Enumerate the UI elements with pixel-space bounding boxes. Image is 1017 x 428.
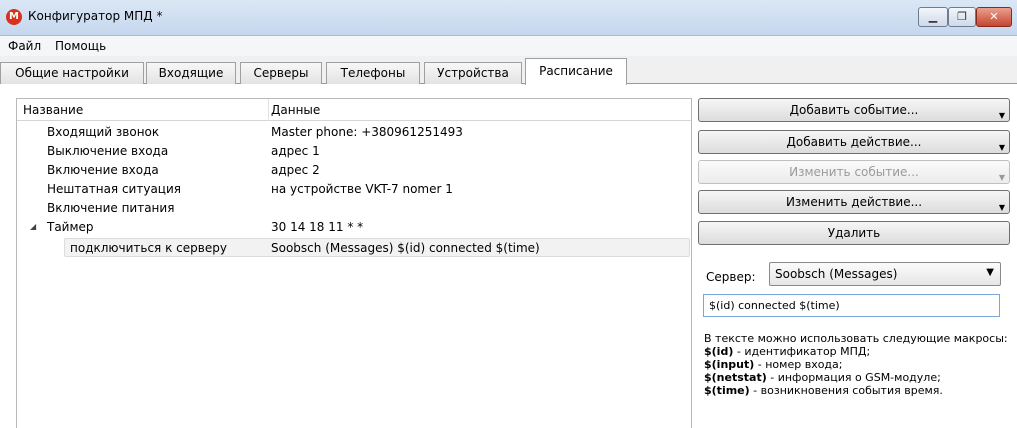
macro-desc: - информация о GSM-модуле; xyxy=(766,371,941,384)
schedule-panel: Название Данные Входящий звонок Master p… xyxy=(0,84,1017,428)
row-value: на устройстве VKT-7 nomer 1 xyxy=(271,182,453,196)
menu-file[interactable]: Файл xyxy=(8,39,41,53)
add-action-label: Добавить действие... xyxy=(786,135,922,149)
macro-desc: - идентификатор МПД; xyxy=(733,345,871,358)
tree-row-selected[interactable]: подключиться к серверу Soobsch (Messages… xyxy=(64,238,690,257)
tree-row[interactable]: Нештатная ситуация на устройстве VKT-7 n… xyxy=(17,180,691,199)
macro-name: $(id) xyxy=(704,345,734,358)
macro-name: $(input) xyxy=(704,358,755,371)
message-input[interactable]: $(id) connected $(time) xyxy=(703,294,1000,317)
edit-action-button[interactable]: Изменить действие... ▼ xyxy=(698,190,1010,214)
server-label: Сервер: xyxy=(706,270,756,284)
close-button[interactable]: ✕ xyxy=(976,7,1012,27)
menu-help[interactable]: Помощь xyxy=(55,39,106,53)
row-name: Таймер xyxy=(47,220,94,234)
dropdown-arrow-icon: ▼ xyxy=(998,203,1005,212)
window-title: Конфигуратор МПД * xyxy=(28,9,163,23)
restore-icon: ❐ xyxy=(957,10,967,23)
tab-servers[interactable]: Серверы xyxy=(240,62,322,84)
macro-desc: - возникновения события время. xyxy=(749,384,943,397)
row-value: адрес 2 xyxy=(271,163,320,177)
server-select-value: Soobsch (Messages) xyxy=(775,267,898,281)
column-name-header[interactable]: Название xyxy=(23,103,83,117)
tab-phones[interactable]: Телефоны xyxy=(326,62,420,84)
tab-devices[interactable]: Устройства xyxy=(424,62,522,84)
chevron-down-icon: ▼ xyxy=(986,267,994,278)
tree-row[interactable]: Выключение входа адрес 1 xyxy=(17,142,691,161)
tree-row[interactable]: Включение входа адрес 2 xyxy=(17,161,691,180)
tree-row[interactable]: Включение питания xyxy=(17,199,691,218)
row-name: Нештатная ситуация xyxy=(47,182,181,196)
close-icon: ✕ xyxy=(989,10,999,23)
delete-label: Удалить xyxy=(827,226,881,240)
tab-incoming[interactable]: Входящие xyxy=(146,62,236,84)
macro-desc: - номер входа; xyxy=(754,358,843,371)
tab-strip: Общие настройки Входящие Серверы Телефон… xyxy=(0,56,1017,85)
minimize-button[interactable]: ▁ xyxy=(918,7,948,27)
edit-action-label: Изменить действие... xyxy=(785,195,923,209)
tab-schedule[interactable]: Расписание xyxy=(525,58,627,85)
help-intro: В тексте можно использовать следующие ма… xyxy=(704,332,1008,345)
tree-row[interactable]: Входящий звонок Master phone: +380961251… xyxy=(17,123,691,142)
server-select[interactable]: Soobsch (Messages) ▼ xyxy=(769,262,1001,286)
delete-button[interactable]: Удалить xyxy=(698,221,1010,245)
menu-bar: Файл Помощь xyxy=(0,36,1017,56)
macro-line: $(id) - идентификатор МПД; xyxy=(704,345,1010,358)
collapse-triangle-icon[interactable]: ◢ xyxy=(30,222,36,231)
row-value: адрес 1 xyxy=(271,144,320,158)
add-event-label: Добавить событие... xyxy=(789,103,919,117)
schedule-tree[interactable]: Название Данные Входящий звонок Master p… xyxy=(16,98,692,428)
macro-name: $(time) xyxy=(704,384,750,397)
row-value: 30 14 18 11 * * xyxy=(271,220,364,234)
macro-help-text: В тексте можно использовать следующие ма… xyxy=(704,332,1010,397)
edit-event-button[interactable]: Изменить событие... ▼ xyxy=(698,160,1010,184)
maximize-button[interactable]: ❐ xyxy=(948,7,976,27)
minimize-icon: ▁ xyxy=(928,10,938,23)
macro-line: $(input) - номер входа; xyxy=(704,358,1010,371)
macro-name: $(netstat) xyxy=(704,371,767,384)
column-data-header[interactable]: Данные xyxy=(271,103,320,117)
row-name: Входящий звонок xyxy=(47,125,160,139)
dropdown-arrow-icon: ▼ xyxy=(998,111,1005,120)
tree-header: Название Данные xyxy=(17,99,691,121)
add-event-button[interactable]: Добавить событие... ▼ xyxy=(698,98,1010,122)
macro-line: $(netstat) - информация о GSM-модуле; xyxy=(704,371,1010,384)
add-action-button[interactable]: Добавить действие... ▼ xyxy=(698,130,1010,154)
tab-general[interactable]: Общие настройки xyxy=(0,62,144,84)
row-value: Soobsch (Messages) $(id) connected $(tim… xyxy=(271,241,540,255)
row-name: подключиться к серверу xyxy=(70,241,227,255)
row-name: Включение питания xyxy=(47,201,175,215)
macro-line: $(time) - возникновения события время. xyxy=(704,384,1010,397)
row-value: Master phone: +380961251493 xyxy=(271,125,463,139)
edit-event-label: Изменить событие... xyxy=(789,165,919,179)
app-logo-icon: M xyxy=(6,9,22,25)
column-separator[interactable] xyxy=(268,99,269,121)
tree-row[interactable]: ◢ Таймер 30 14 18 11 * * xyxy=(17,218,691,237)
row-name: Выключение входа xyxy=(47,144,169,158)
row-name: Включение входа xyxy=(47,163,159,177)
dropdown-arrow-icon: ▼ xyxy=(998,173,1005,182)
dropdown-arrow-icon: ▼ xyxy=(998,143,1005,152)
title-bar: M Конфигуратор МПД * ▁ ❐ ✕ xyxy=(0,0,1017,36)
